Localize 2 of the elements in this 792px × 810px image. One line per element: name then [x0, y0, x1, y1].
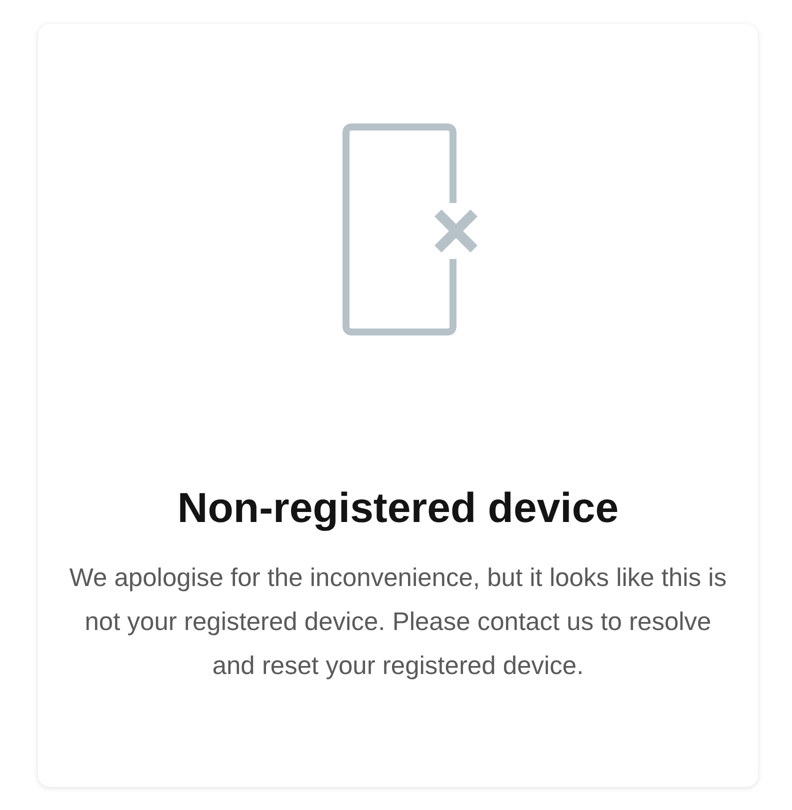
card-message: We apologise for the inconvenience, but it looks like this is not your registered device. Please contact us to resolve and reset your registered device. [68, 563, 728, 682]
card-title: Non-registered device [177, 484, 619, 532]
